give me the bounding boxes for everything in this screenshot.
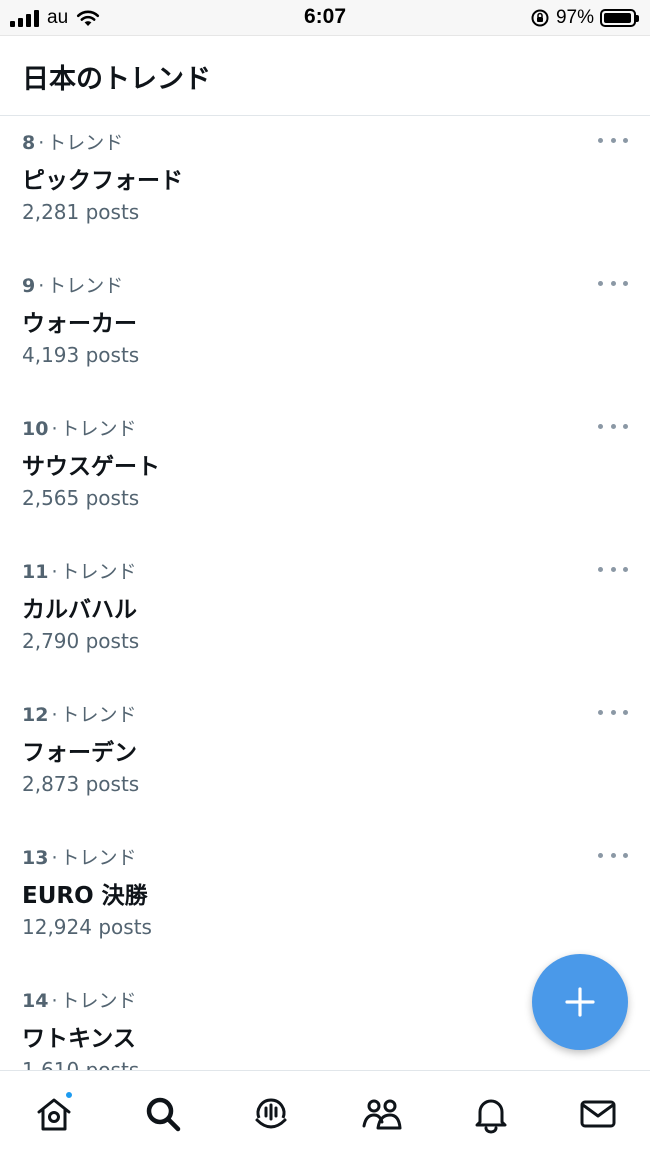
trend-name: EURO 決勝 xyxy=(22,883,148,909)
trend-item[interactable]: 11 · トレンド カルバハル 2,790 posts xyxy=(0,545,650,688)
trend-rank: 11 xyxy=(22,561,49,583)
communities-icon xyxy=(362,1099,402,1130)
trend-item[interactable]: 10 · トレンド サウスゲート 2,565 posts xyxy=(0,402,650,545)
trend-meta: 11 · トレンド xyxy=(22,557,137,584)
tab-notifications[interactable] xyxy=(466,1089,516,1139)
tab-spaces[interactable] xyxy=(246,1089,296,1139)
trend-name: ピックフォード xyxy=(22,168,183,194)
trend-category: トレンド xyxy=(60,990,137,1012)
trend-name: カルバハル xyxy=(22,597,137,623)
trend-post-count: 2,790 posts xyxy=(22,629,140,653)
tab-search[interactable] xyxy=(138,1089,188,1139)
plus-icon xyxy=(565,987,595,1017)
battery-percentage: 97% xyxy=(555,7,594,28)
trend-rank: 14 xyxy=(22,990,49,1012)
trend-post-count: 2,565 posts xyxy=(22,486,140,510)
trend-separator: · xyxy=(51,561,58,583)
spaces-icon xyxy=(255,1098,287,1129)
header: 日本のトレンド xyxy=(0,36,650,116)
trend-post-count: 2,873 posts xyxy=(22,772,140,796)
trend-category: トレンド xyxy=(60,704,137,726)
trend-name: フォーデン xyxy=(22,740,137,766)
trend-category: トレンド xyxy=(47,132,124,154)
trend-meta: 12 · トレンド xyxy=(22,700,137,727)
tab-messages[interactable] xyxy=(573,1089,623,1139)
trend-category: トレンド xyxy=(47,275,124,297)
trend-meta: 9 · トレンド xyxy=(22,271,123,298)
trend-category: トレンド xyxy=(60,847,137,869)
trend-item[interactable]: 9 · トレンド ウォーカー 4,193 posts xyxy=(0,259,650,402)
more-options-icon[interactable] xyxy=(598,275,628,291)
trend-item[interactable]: 8 · トレンド ピックフォード 2,281 posts xyxy=(0,116,650,259)
orientation-lock-icon xyxy=(531,9,549,27)
trend-post-count: 4,193 posts xyxy=(22,343,140,367)
bell-icon xyxy=(475,1099,507,1134)
tab-home[interactable] xyxy=(29,1089,79,1139)
tab-bar xyxy=(0,1070,650,1156)
trend-post-count: 12,924 posts xyxy=(22,915,152,939)
trend-item[interactable]: 12 · トレンド フォーデン 2,873 posts xyxy=(0,688,650,831)
status-bar: au 6:07 97% xyxy=(0,0,650,36)
more-options-icon[interactable] xyxy=(598,132,628,148)
trend-separator: · xyxy=(38,275,45,297)
page-title: 日本のトレンド xyxy=(22,64,211,95)
trend-meta: 14 · トレンド xyxy=(22,986,137,1013)
trend-rank: 8 xyxy=(22,132,36,154)
trend-rank: 13 xyxy=(22,847,49,869)
trend-category: トレンド xyxy=(60,418,137,440)
trend-separator: · xyxy=(51,990,58,1012)
search-icon xyxy=(146,1097,181,1132)
status-right: 97% xyxy=(530,6,639,30)
trend-item[interactable]: 13 · トレンド EURO 決勝 12,924 posts xyxy=(0,831,650,974)
battery-icon xyxy=(600,9,639,27)
trend-separator: · xyxy=(51,418,58,440)
notification-dot xyxy=(64,1090,74,1100)
tab-communities[interactable] xyxy=(357,1089,407,1139)
trend-separator: · xyxy=(38,132,45,154)
trend-name: ウォーカー xyxy=(22,311,137,337)
trend-category: トレンド xyxy=(60,561,137,583)
trend-meta: 10 · トレンド xyxy=(22,414,137,441)
more-options-icon[interactable] xyxy=(598,847,628,863)
trend-name: サウスゲート xyxy=(22,454,160,480)
trend-rank: 12 xyxy=(22,704,49,726)
trend-name: ワトキンス xyxy=(22,1026,136,1052)
home-icon xyxy=(37,1098,71,1131)
trend-meta: 13 · トレンド xyxy=(22,843,137,870)
trend-separator: · xyxy=(51,704,58,726)
screen: au 6:07 97% 日本のトレンド 8 · トレンド ピックフォード 2,2… xyxy=(0,0,650,1156)
more-options-icon[interactable] xyxy=(598,418,628,434)
compose-button[interactable] xyxy=(532,954,628,1050)
trend-rank: 9 xyxy=(22,275,36,297)
more-options-icon[interactable] xyxy=(598,561,628,577)
trend-post-count: 2,281 posts xyxy=(22,200,140,224)
more-options-icon[interactable] xyxy=(598,704,628,720)
trend-rank: 10 xyxy=(22,418,49,440)
trend-meta: 8 · トレンド xyxy=(22,128,123,155)
mail-icon xyxy=(580,1100,616,1128)
trend-separator: · xyxy=(51,847,58,869)
